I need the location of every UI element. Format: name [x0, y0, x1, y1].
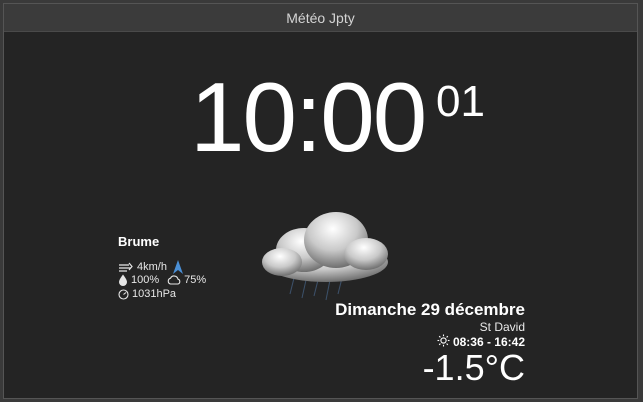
cloud-with-rain-icon — [254, 210, 399, 310]
pressure-gauge-icon — [118, 288, 129, 300]
pressure-value: 1031hPa — [132, 288, 177, 300]
clock-seconds: 01 — [436, 77, 485, 126]
humidity-clouds-info: 100% 75% — [118, 274, 206, 286]
saint-of-day: St David — [479, 320, 525, 334]
main-panel: 10:00 01 Brume 4km/h 100% 75% 1031hPa Di… — [4, 32, 637, 398]
date-label: Dimanche 29 décembre — [335, 300, 525, 319]
window-title: Météo Jpty — [286, 9, 355, 26]
weather-condition: Brume — [118, 234, 160, 249]
cloud-icon — [167, 275, 181, 285]
title-bar[interactable]: Météo Jpty — [4, 4, 637, 32]
humidity-drop-icon — [118, 274, 128, 286]
app-window: Météo Jpty 10:00 01 Brume 4km/h 100% 75%… — [3, 3, 638, 399]
pressure-info: 1031hPa — [118, 288, 176, 300]
temperature-value: -1.5°C — [422, 347, 525, 388]
cloud-cover-value: 75% — [184, 274, 207, 286]
wind-icon — [118, 262, 134, 272]
clock-time: 10:00 — [190, 62, 427, 172]
humidity-value: 100% — [131, 274, 160, 286]
wind-info: 4km/h — [118, 260, 183, 274]
wind-direction-arrow-icon — [172, 260, 183, 274]
wind-speed: 4km/h — [137, 261, 167, 273]
